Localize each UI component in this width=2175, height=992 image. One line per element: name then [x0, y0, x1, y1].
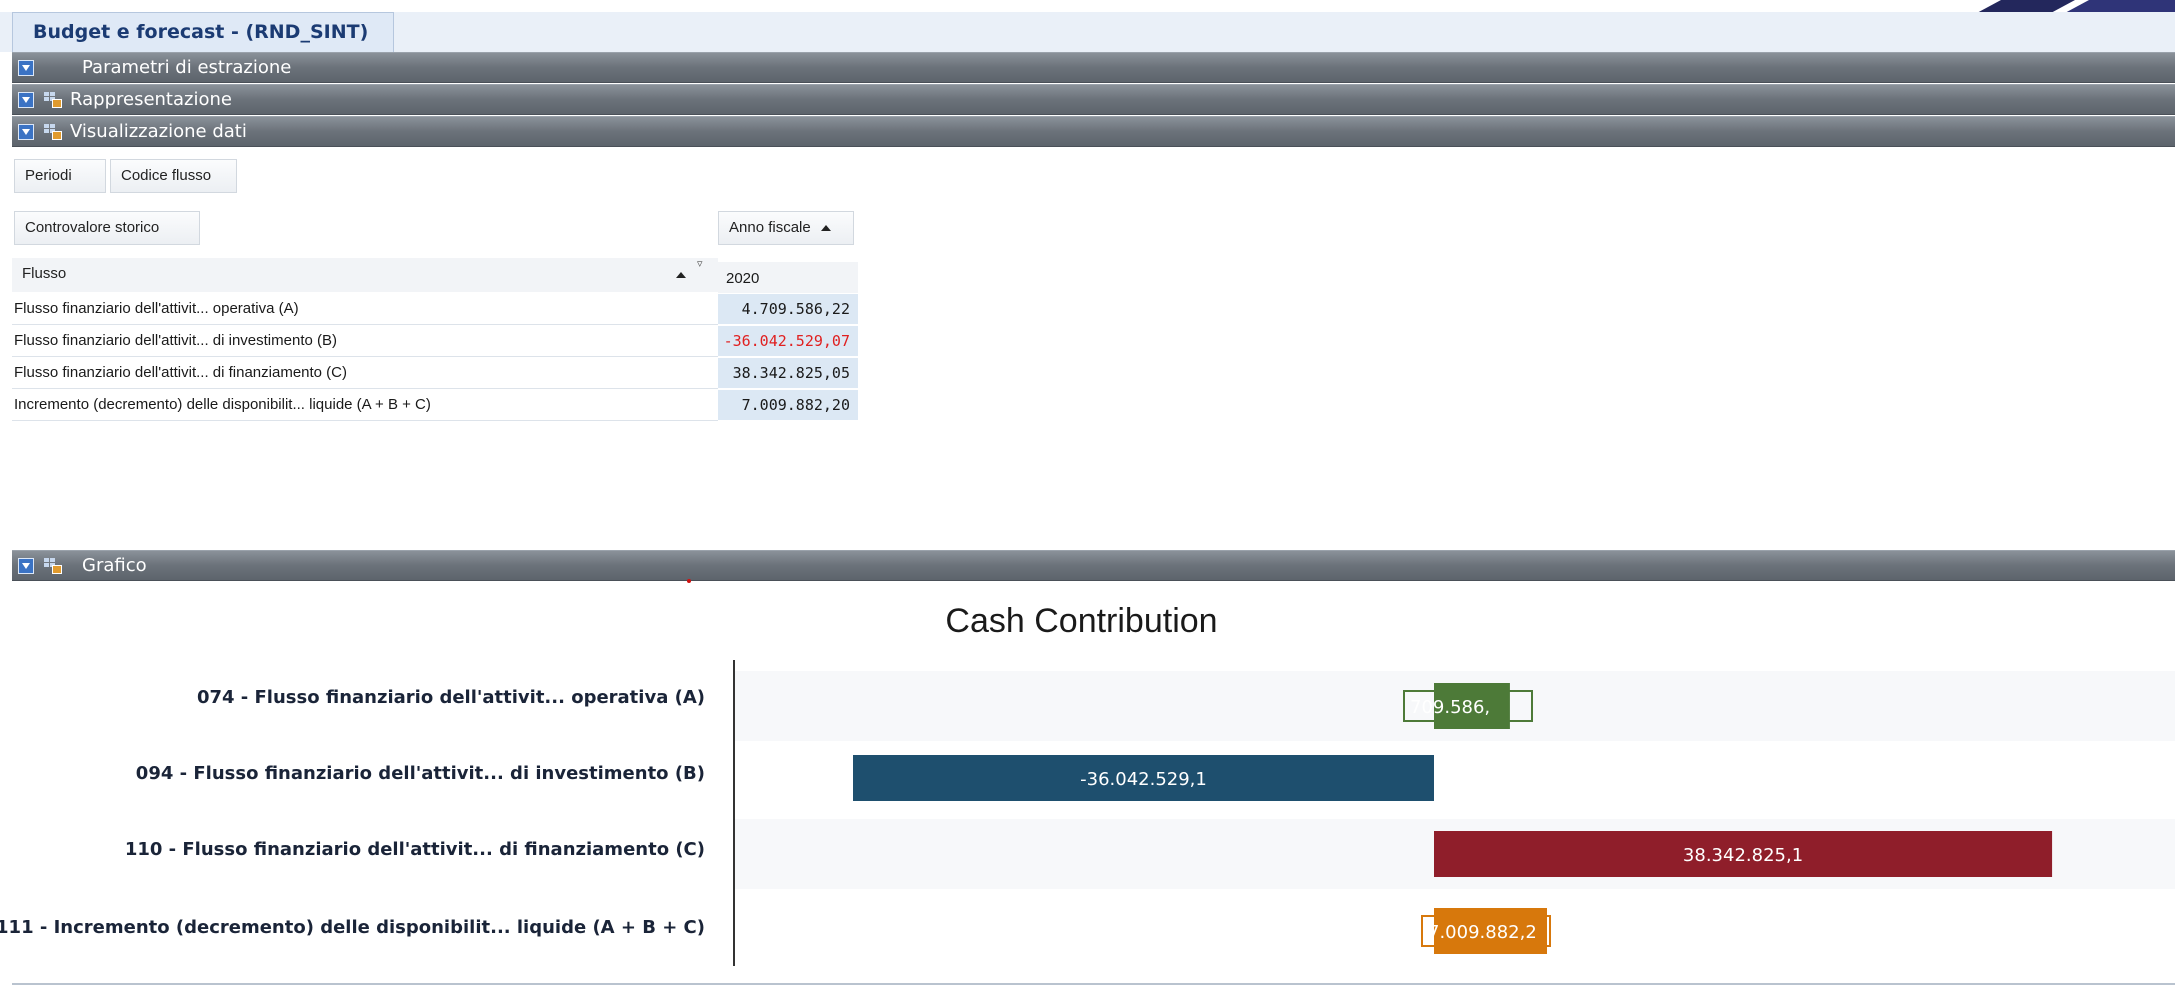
- data-label: -36.042.529,1: [1080, 769, 1207, 790]
- data-label: 7.009.882,2: [1428, 922, 1537, 943]
- data-label: 709.586,: [1410, 697, 1490, 718]
- bar-chart: 709.586, -36.042.529,1 38.342.825,1 7.009.8…: [733, 660, 2175, 966]
- bottom-border: [12, 983, 2175, 985]
- data-label: 38.342.825,1: [1683, 845, 1803, 866]
